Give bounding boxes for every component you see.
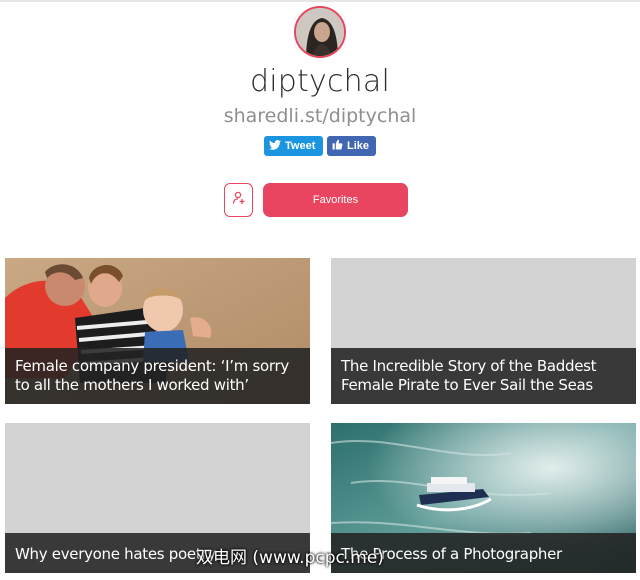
avatar[interactable] [294, 6, 346, 58]
article-card[interactable]: The Incredible Story of the Baddest Fema… [331, 258, 636, 404]
profile-share-url[interactable]: sharedli.st/diptychal [0, 105, 640, 127]
card-title: Female company president: ‘I’m sorry to … [5, 348, 310, 404]
profile-header: diptychal sharedli.st/diptychal Tweet Li… [0, 6, 640, 156]
top-divider [0, 0, 640, 2]
tweet-button[interactable]: Tweet [264, 136, 323, 156]
facebook-like-button[interactable]: Like [327, 136, 376, 156]
social-buttons: Tweet Like [0, 136, 640, 156]
article-card[interactable]: Female company president: ‘I’m sorry to … [5, 258, 310, 404]
thumbs-up-icon [332, 139, 343, 153]
like-label: Like [347, 140, 370, 152]
add-user-icon [232, 191, 246, 210]
avatar-photo [296, 8, 344, 56]
favorites-button[interactable]: Favorites [263, 183, 408, 217]
profile-username: diptychal [250, 64, 390, 99]
tweet-label: Tweet [285, 140, 316, 152]
watermark-text: 双电网 (www.pcpc.me) [196, 548, 384, 568]
profile-actions: Favorites [224, 183, 408, 217]
follow-user-button[interactable] [224, 183, 253, 217]
twitter-bird-icon [269, 139, 281, 153]
card-title: The Incredible Story of the Baddest Fema… [331, 348, 636, 404]
